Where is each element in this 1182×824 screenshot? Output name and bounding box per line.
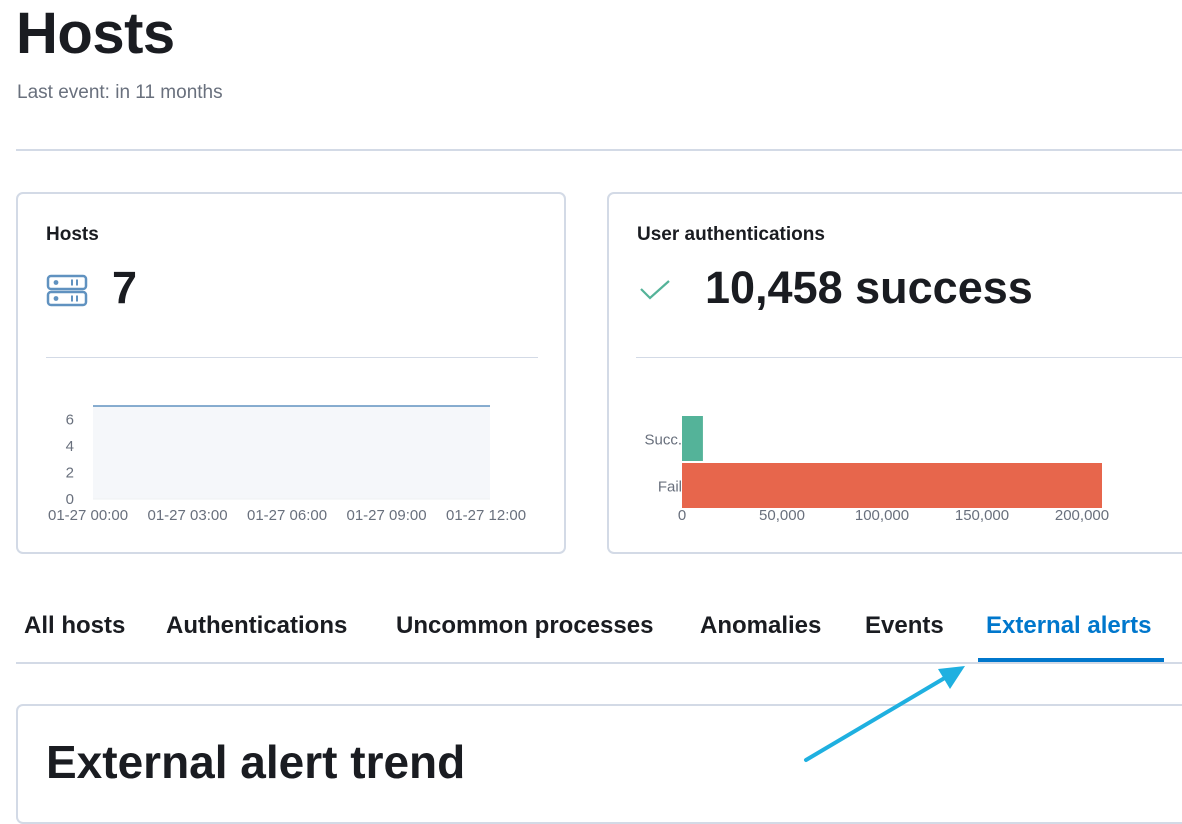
external-alert-trend-title: External alert trend [46, 736, 466, 788]
tab-anomalies[interactable]: Anomalies [700, 612, 821, 640]
x-tick-label: 50,000 [759, 507, 805, 524]
host-tabs: All hosts Authentications Uncommon proce… [16, 604, 1182, 664]
x-tick-label: 200,000 [1055, 507, 1109, 524]
x-tick-label: 01-27 03:00 [148, 507, 228, 524]
bar [682, 463, 1102, 508]
area-fill [93, 406, 490, 499]
tab-events[interactable]: Events [865, 612, 944, 640]
category-label: Succ. [644, 432, 682, 449]
bar [682, 416, 703, 461]
y-tick-label: 6 [66, 411, 74, 428]
y-tick-label: 4 [66, 438, 74, 455]
hosts-panel: Hosts 7 0 2 4 6 01-27 00:00 01-27 03:00 01-27 … [16, 192, 566, 554]
y-tick-label: 2 [66, 464, 74, 481]
user-auth-panel: User authentications 10,458 success Succ… [607, 192, 1182, 554]
x-tick-label: 150,000 [955, 507, 1009, 524]
last-event-text: Last event: in 11 months [17, 82, 223, 103]
hosts-area-chart: 0 2 4 6 01-27 00:00 01-27 03:00 01-27 06:00 01-… [48, 405, 526, 524]
x-tick-label: 01-27 09:00 [347, 507, 427, 524]
x-tick-label: 0 [678, 507, 686, 524]
tab-authentications[interactable]: Authentications [166, 612, 347, 640]
x-tick-label: 01-27 12:00 [446, 507, 526, 524]
external-alert-trend-panel: External alert trend [16, 704, 1182, 824]
tab-all-hosts[interactable]: All hosts [24, 612, 125, 640]
x-tick-label: 01-27 00:00 [48, 507, 128, 524]
x-tick-label: 100,000 [855, 507, 909, 524]
page-title: Hosts [16, 1, 175, 66]
x-tick-label: 01-27 06:00 [247, 507, 327, 524]
active-tab-indicator [978, 658, 1164, 662]
auth-bar-chart: Succ. Fail 0 50,000 100,000 150,000 200,000 [644, 416, 1109, 524]
header-divider [16, 149, 1182, 151]
y-tick-label: 0 [66, 491, 74, 508]
tab-uncommon-processes[interactable]: Uncommon processes [396, 612, 653, 640]
tab-external-alerts[interactable]: External alerts [986, 612, 1151, 640]
category-label: Fail [658, 479, 682, 496]
